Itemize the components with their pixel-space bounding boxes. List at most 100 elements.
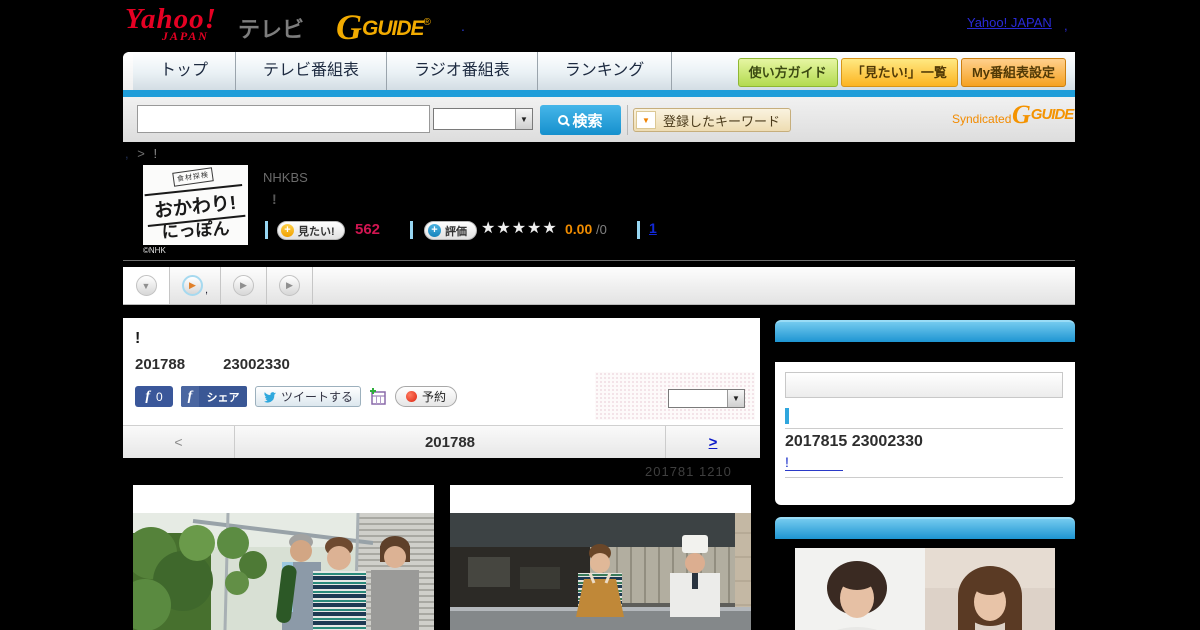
episode-select[interactable]: ▼ xyxy=(668,389,745,408)
next-episode-link[interactable]: > xyxy=(709,434,718,451)
search-button[interactable]: 検索 xyxy=(540,105,621,135)
search-category-select[interactable]: ▼ xyxy=(433,108,533,130)
updated-timestamp: 201781 1210 xyxy=(645,464,732,479)
sidebar-panel-header xyxy=(775,320,1075,342)
plus-icon: + xyxy=(281,224,294,237)
registered-keywords-button[interactable]: ▼ 登録したキーワード xyxy=(633,108,792,132)
divider xyxy=(637,221,640,239)
keyword-dropdown-icon: ▼ xyxy=(636,111,656,129)
select-arrow-icon: ▼ xyxy=(727,390,744,407)
twitter-bird-icon xyxy=(264,391,276,403)
my-schedule-button[interactable]: My番組表設定 xyxy=(960,58,1066,87)
play-icon: ▶ xyxy=(279,275,300,296)
facebook-share-button[interactable]: f シェア xyxy=(181,386,247,407)
rate-button[interactable]: + 評価 xyxy=(424,221,477,240)
facebook-like-button[interactable]: f 0 xyxy=(135,386,173,407)
divider xyxy=(410,221,413,239)
nav-accent-bar xyxy=(123,90,1075,97)
episode-title: ! xyxy=(135,330,141,347)
divider xyxy=(123,260,1075,261)
add-to-calendar-icon[interactable] xyxy=(369,387,387,406)
header-dot: . xyxy=(461,18,465,34)
sidebar-panel-gap xyxy=(775,342,1075,362)
sidebar-panel-gap xyxy=(775,539,1075,548)
play-icon: ▶ xyxy=(233,275,254,296)
rating-score: 0.00 xyxy=(565,221,593,237)
section-marker xyxy=(785,408,789,424)
share-buttons: f 0 f シェア ツイートする 予約 xyxy=(135,386,458,407)
logo-title-line2: にっぽん xyxy=(161,219,231,242)
tab-play-2[interactable]: ▶ xyxy=(221,267,266,304)
navbar-corner xyxy=(123,52,133,90)
breadcrumb: , > ! xyxy=(125,146,157,161)
logo-stamp: 食材探検 xyxy=(172,167,214,187)
next-broadcast-datetime: 2017815 23002330 xyxy=(785,433,923,450)
review-count-link[interactable]: 1 xyxy=(649,220,657,236)
plus-icon: + xyxy=(428,224,441,237)
tab-play-3[interactable]: ▶ xyxy=(267,267,312,304)
header-comma: , xyxy=(1064,18,1068,33)
episode-photo-kitchen xyxy=(450,485,751,630)
kitchen-scene-image xyxy=(450,513,751,630)
search-icon xyxy=(558,115,569,125)
reserve-button[interactable]: 予約 xyxy=(395,386,458,407)
tweet-button[interactable]: ツイートする xyxy=(255,386,362,407)
star-rating-icons[interactable]: ★★★★★ xyxy=(481,218,558,238)
tab-comma: , xyxy=(204,283,209,296)
episode-detail-panel: ! 201788 23002330 f 0 f シェア ツイートする 予約 ▼ … xyxy=(123,318,760,458)
divider xyxy=(785,428,1063,429)
want-count: 562 xyxy=(355,221,381,238)
yahoo-japan-link[interactable]: Yahoo! JAPAN xyxy=(967,15,1052,30)
main-navbar: トップ テレビ番組表 ラジオ番組表 ランキング 使い方ガイド 「見たい!」一覧 … xyxy=(123,52,1075,90)
yahoo-japan-logo[interactable]: Yahoo! JAPAN xyxy=(125,5,217,44)
usage-guide-button[interactable]: 使い方ガイド xyxy=(737,58,838,87)
episode-photo-garden xyxy=(119,485,434,630)
rating-total: /0 xyxy=(596,222,607,237)
tab-overview[interactable]: ▼ xyxy=(123,267,169,304)
sidebar-panel-header xyxy=(775,517,1075,539)
gguide-logo: GGUIDE® xyxy=(336,7,431,47)
syndicated-label: Syndicated xyxy=(952,112,1012,126)
want-to-watch-button[interactable]: + 見たい! xyxy=(277,221,345,240)
gguide-syndicated-logo: GGUIDE xyxy=(1012,100,1074,129)
page: Yahoo! JAPAN テレビ GGUIDE® . Yahoo! JAPAN … xyxy=(0,0,1200,630)
program-title: ! xyxy=(272,191,277,207)
channel-label: NHKBS xyxy=(263,170,308,185)
select-arrow-icon: ▼ xyxy=(515,109,532,129)
divider xyxy=(785,477,1063,478)
play-icon: ▶ xyxy=(189,280,196,290)
program-logo-image: 食材探検 おかわり! にっぽん xyxy=(143,165,248,245)
prev-episode-button[interactable]: < xyxy=(123,426,235,458)
navbar-buttons: 使い方ガイド 「見たい!」一覧 My番組表設定 xyxy=(737,58,1066,87)
breadcrumb-current: ! xyxy=(153,146,158,161)
episode-pager: < 201788 > xyxy=(123,425,760,458)
breadcrumb-separator: > xyxy=(137,146,145,161)
down-arrow-icon: ▼ xyxy=(135,275,157,296)
garden-scene-image xyxy=(119,512,434,630)
next-broadcast-link[interactable]: ! xyxy=(785,454,843,471)
nav-tab-ranking[interactable]: ランキング xyxy=(538,52,673,90)
facebook-icon: f xyxy=(181,386,199,407)
nav-tab-top[interactable]: トップ xyxy=(133,52,237,90)
divider xyxy=(265,221,268,239)
cast-portraits-image xyxy=(795,548,1055,630)
cast-photo xyxy=(795,548,1055,630)
tab-play-1[interactable]: ▶ , xyxy=(170,267,220,304)
sidebar-tab-box[interactable] xyxy=(785,372,1063,398)
gguide-g-icon: G xyxy=(336,7,362,47)
copyright-label: ©NHK xyxy=(143,246,166,255)
facebook-icon: f xyxy=(145,388,150,404)
sidebar-cast-panel xyxy=(775,517,1075,630)
sidebar-broadcast-panel: 2017815 23002330 ! xyxy=(775,320,1075,505)
tv-service-label: テレビ xyxy=(238,17,305,42)
breadcrumb-root[interactable]: , xyxy=(125,146,129,161)
search-input[interactable] xyxy=(137,105,430,133)
divider xyxy=(312,267,313,304)
divider xyxy=(627,105,628,135)
nav-tab-tv-listings[interactable]: テレビ番組表 xyxy=(236,52,388,90)
current-episode-label: 201788 xyxy=(424,433,476,451)
want-list-button[interactable]: 「見たい!」一覧 xyxy=(840,58,958,87)
record-dot-icon xyxy=(406,391,418,402)
nav-tab-radio-listings[interactable]: ラジオ番組表 xyxy=(387,52,538,90)
episode-tab-strip: ▼ ▶ , ▶ ▶ xyxy=(123,267,1075,305)
